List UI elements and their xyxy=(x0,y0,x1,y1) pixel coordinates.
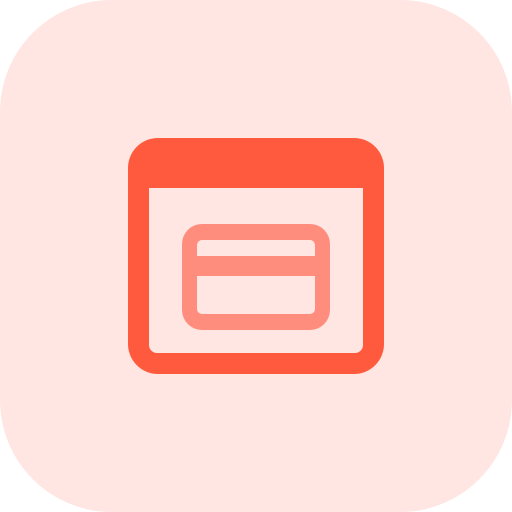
credit-card-icon xyxy=(182,224,330,330)
app-icon-canvas xyxy=(0,0,512,512)
credit-card-outline xyxy=(182,224,330,330)
browser-payment-card-icon xyxy=(128,138,384,374)
